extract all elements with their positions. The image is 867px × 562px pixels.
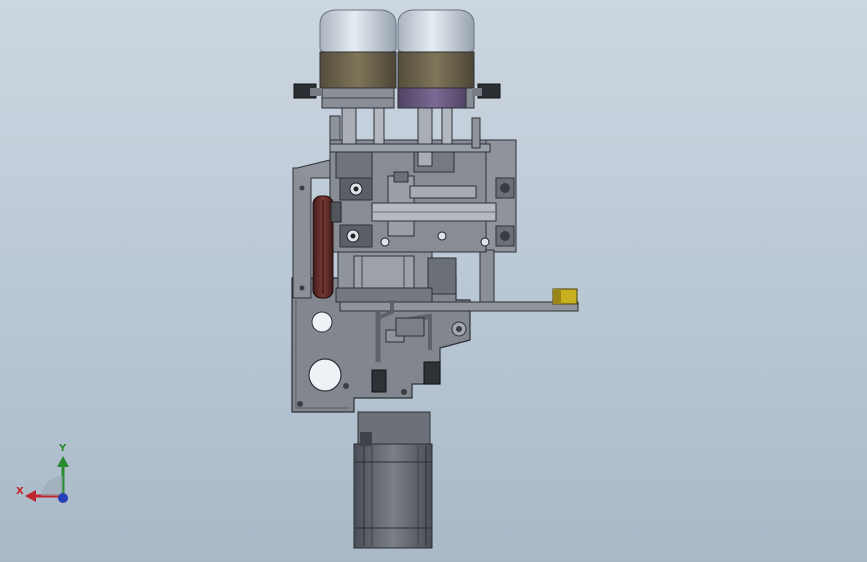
drive-cylinder[interactable] [335,251,457,303]
air-fitting-left[interactable] [293,83,322,99]
reference-triad [25,456,69,503]
air-fitting-right[interactable] [472,83,501,99]
fitting-connector[interactable] [371,369,387,393]
fitting-connector[interactable] [423,361,441,385]
triad-x-label: X [16,486,24,497]
lightening-hole [311,311,333,333]
suction-cup-right[interactable] [397,9,475,109]
cad-assembly-model[interactable] [0,0,867,562]
stepper-motor[interactable] [353,411,433,549]
lightening-hole [308,358,342,392]
graphics-viewport[interactable]: X Y [0,0,867,562]
suction-cup-left[interactable] [319,9,397,109]
z-axis-dot [58,493,68,503]
carriage-block[interactable] [329,139,497,253]
triad-y-label: Y [59,443,67,454]
